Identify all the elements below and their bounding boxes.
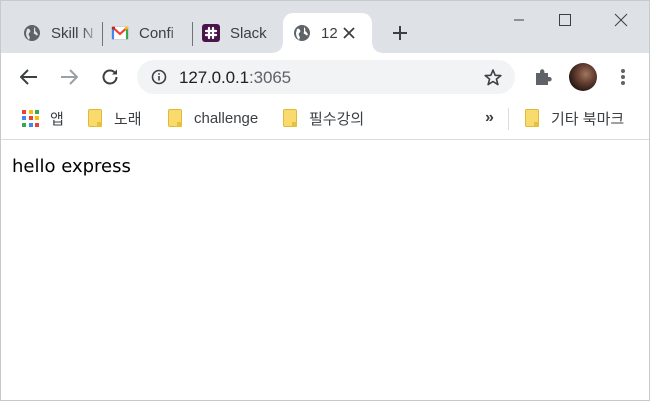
tab-slack[interactable]: Slack — [181, 13, 279, 53]
folder-icon — [525, 109, 539, 127]
close-icon[interactable] — [340, 24, 358, 42]
maximize-button[interactable] — [542, 1, 588, 39]
folder-icon — [168, 109, 182, 127]
tab-title: Slack — [230, 24, 267, 42]
reload-icon — [102, 69, 118, 85]
folder-icon — [88, 109, 102, 127]
bookmark-label: 기타 북마크 — [551, 110, 625, 128]
page-content: hello express — [1, 141, 649, 400]
bookmark-label: 앱 — [50, 110, 64, 128]
bookmark-label: 필수강의 — [309, 110, 365, 128]
plus-icon — [393, 26, 407, 40]
star-icon[interactable] — [483, 68, 503, 88]
minimize-icon — [514, 19, 524, 21]
arrow-right-icon — [61, 69, 78, 85]
bookmark-other[interactable]: 기타 북마크 — [525, 107, 624, 129]
tab-skill[interactable]: Skill N — [2, 13, 100, 53]
tab-strip: Skill N Confi Slack 12 — [1, 1, 649, 53]
tab-active-localhost[interactable]: 12 — [273, 13, 382, 53]
info-icon[interactable] — [151, 69, 167, 85]
browser-window: Skill N Confi Slack 12 127.0.0.1:3065 앱 … — [0, 0, 650, 401]
new-tab-button[interactable] — [388, 21, 412, 45]
bookmark-folder-lectures[interactable]: 필수강의 — [283, 107, 364, 129]
bookmark-label: challenge — [194, 109, 259, 127]
globe-icon — [23, 24, 41, 42]
page-body-text: hello express — [12, 156, 131, 177]
address-bar[interactable]: 127.0.0.1:3065 — [137, 60, 515, 94]
arrow-left-icon — [20, 69, 37, 85]
toolbar: 127.0.0.1:3065 — [1, 53, 649, 100]
url-port: :3065 — [249, 68, 292, 87]
apps-grid-icon — [22, 109, 39, 127]
bookmark-folder-challenge[interactable]: challenge — [168, 107, 258, 129]
chevron-overflow-icon[interactable]: » — [485, 107, 499, 129]
bookmark-label: 노래 — [114, 110, 142, 128]
bookmarks-bar: 앱 노래 challenge 필수강의 » 기타 북마크 — [1, 100, 649, 140]
close-icon — [614, 13, 628, 27]
back-button[interactable] — [15, 63, 43, 91]
folder-icon — [283, 109, 297, 127]
minimize-button[interactable] — [496, 1, 542, 39]
slack-icon — [202, 24, 220, 42]
gmail-icon — [111, 24, 129, 42]
tab-confirm[interactable]: Confi — [90, 13, 188, 53]
url-text[interactable]: 127.0.0.1:3065 — [179, 68, 291, 88]
bookmark-apps[interactable]: 앱 — [22, 107, 64, 129]
forward-button[interactable] — [55, 63, 83, 91]
url-host: 127.0.0.1 — [179, 68, 249, 87]
bookmark-folder-music[interactable]: 노래 — [88, 107, 142, 129]
maximize-icon — [559, 14, 571, 26]
reload-button[interactable] — [96, 63, 124, 91]
divider — [508, 108, 509, 130]
kebab-menu-icon[interactable] — [613, 66, 633, 88]
puzzle-icon[interactable] — [532, 66, 554, 88]
tab-title: 12 — [321, 24, 338, 42]
globe-icon — [293, 24, 311, 42]
avatar[interactable] — [569, 63, 597, 91]
window-close-button[interactable] — [598, 1, 644, 39]
